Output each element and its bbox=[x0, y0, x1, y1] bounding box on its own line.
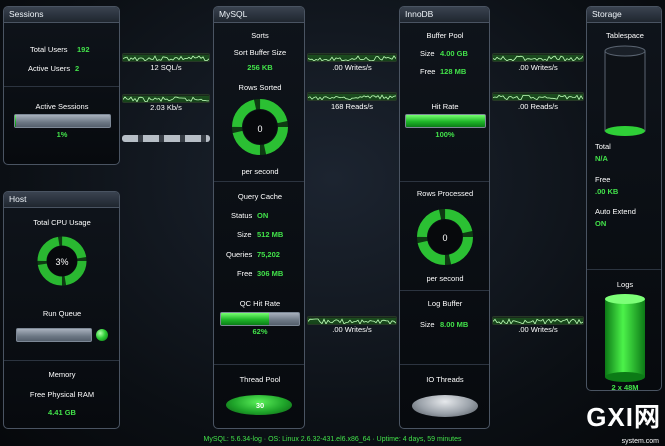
watermark-logo: GXI网 bbox=[586, 402, 661, 432]
ts-free-value: .00 KB bbox=[595, 187, 619, 196]
auto-extend-value: ON bbox=[595, 219, 607, 228]
sort-buffer-value: 256 KB bbox=[247, 63, 273, 72]
mysql-panel: MySQL Sorts Sort Buffer Size 256 KB Rows… bbox=[213, 6, 305, 429]
rows-processed-unit: per second bbox=[426, 274, 464, 283]
qc-queries-label: Queries bbox=[226, 250, 253, 259]
buffer-pool-label: Buffer Pool bbox=[426, 31, 464, 40]
cpu-usage-value: 3% bbox=[55, 257, 69, 267]
auto-extend-label: Auto Extend bbox=[595, 207, 636, 216]
memory-label: Memory bbox=[48, 370, 76, 379]
qc-queries-value: 75,202 bbox=[257, 250, 280, 259]
run-queue-bar bbox=[16, 328, 92, 342]
hit-rate-label: Hit Rate bbox=[431, 102, 459, 111]
tablespace-cylinder bbox=[604, 45, 646, 137]
logs-value: 2 x 48M bbox=[611, 383, 639, 391]
host-panel: Host Total CPU Usage 3% Run Queue Memory… bbox=[3, 191, 120, 429]
total-users-label: Total Users bbox=[30, 45, 68, 54]
qc-free-value: 306 MB bbox=[257, 269, 284, 278]
innodb-storage-reads-wave bbox=[492, 92, 584, 101]
ts-total-value: N/A bbox=[595, 154, 608, 163]
rows-processed-value: 0 bbox=[442, 233, 448, 243]
thread-pool-value: 30 bbox=[255, 401, 265, 410]
sessions-title: Sessions bbox=[4, 7, 119, 23]
logs-cylinder bbox=[604, 293, 646, 383]
ts-total-label: Total bbox=[595, 142, 611, 151]
hit-rate-value: 100% bbox=[435, 130, 455, 139]
run-queue-label: Run Queue bbox=[42, 309, 82, 318]
io-threads-disc bbox=[412, 395, 478, 417]
log-size-value: 8.00 MB bbox=[440, 320, 469, 329]
rows-processed-label: Rows Processed bbox=[416, 189, 474, 198]
sql-rate-label: 12 SQL/s bbox=[150, 63, 182, 72]
cpu-usage-label: Total CPU Usage bbox=[33, 218, 91, 227]
total-users-value: 192 bbox=[77, 45, 90, 54]
qc-size-label: Size bbox=[237, 230, 252, 239]
bp-free-label: Free bbox=[420, 67, 436, 76]
mysql-innodb-reads: 168 Reads/s bbox=[330, 102, 374, 111]
innodb-storage-reads: .00 Reads/s bbox=[517, 102, 559, 111]
innodb-storage-writes-2: .00 Writes/s bbox=[518, 325, 558, 334]
innodb-title: InnoDB bbox=[400, 7, 489, 23]
sort-buffer-label: Sort Buffer Size bbox=[233, 48, 287, 57]
watermark-site: system.com bbox=[621, 438, 659, 445]
qc-size-value: 512 MB bbox=[257, 230, 284, 239]
qc-status-label: Status bbox=[231, 211, 253, 220]
active-users-label: Active Users bbox=[28, 64, 71, 73]
network-rate-wave bbox=[122, 94, 210, 103]
qc-hit-rate-bar bbox=[220, 312, 300, 326]
query-cache-label: Query Cache bbox=[237, 192, 283, 201]
storage-title: Storage bbox=[587, 7, 661, 23]
log-buffer-label: Log Buffer bbox=[427, 299, 463, 308]
network-rate-label: 2.03 Kb/s bbox=[150, 103, 182, 112]
innodb-storage-writes-wave-2 bbox=[492, 316, 584, 325]
active-sessions-bar bbox=[14, 114, 111, 128]
active-sessions-label: Active Sessions bbox=[35, 102, 89, 111]
mysql-innodb-writes-2: .00 Writes/s bbox=[332, 325, 372, 334]
tablespace-label: Tablespace bbox=[606, 31, 644, 40]
sorts-label: Sorts bbox=[251, 31, 269, 40]
rows-sorted-value: 0 bbox=[257, 124, 263, 134]
hit-rate-bar bbox=[405, 114, 486, 128]
free-ram-label: Free Physical RAM bbox=[29, 390, 95, 399]
bp-size-value: 4.00 GB bbox=[440, 49, 468, 58]
run-queue-indicator bbox=[96, 329, 108, 341]
bp-size-label: Size bbox=[420, 49, 435, 58]
log-size-label: Size bbox=[420, 320, 435, 329]
qc-hit-rate-label: QC Hit Rate bbox=[239, 299, 281, 308]
status-bar: MySQL: 5.6.34-log · OS: Linux 2.6.32-431… bbox=[203, 436, 462, 443]
io-threads-label: IO Threads bbox=[426, 375, 464, 384]
free-ram-value: 4.41 GB bbox=[48, 408, 76, 417]
bp-free-value: 128 MB bbox=[440, 67, 467, 76]
active-users-value: 2 bbox=[75, 64, 80, 73]
sql-rate-wave bbox=[122, 53, 210, 62]
mysql-title: MySQL bbox=[214, 7, 304, 23]
sessions-panel: Sessions Total Users 192 Active Users 2 … bbox=[3, 6, 120, 165]
innodb-storage-writes-wave-1 bbox=[492, 53, 584, 62]
innodb-panel: InnoDB Buffer Pool Size 4.00 GB Free 128… bbox=[399, 6, 490, 429]
qc-free-label: Free bbox=[237, 269, 253, 278]
qc-status-value: ON bbox=[257, 211, 269, 220]
ts-free-label: Free bbox=[595, 175, 611, 184]
storage-panel: Storage Tablespace Total N/A Free .00 KB… bbox=[586, 6, 662, 391]
mysql-innodb-writes-wave-1 bbox=[307, 53, 397, 62]
mysql-innodb-writes-wave-2 bbox=[307, 316, 397, 325]
qc-hit-rate-value: 62% bbox=[252, 327, 268, 336]
rows-sorted-unit: per second bbox=[241, 167, 279, 176]
mysql-innodb-reads-wave bbox=[307, 92, 397, 101]
mysql-innodb-writes-1: .00 Writes/s bbox=[332, 63, 372, 72]
rows-sorted-label: Rows Sorted bbox=[238, 83, 282, 92]
logs-label: Logs bbox=[616, 280, 634, 289]
active-sessions-value: 1% bbox=[56, 130, 68, 139]
innodb-storage-writes-1: .00 Writes/s bbox=[518, 63, 558, 72]
idle-link-pipe bbox=[122, 135, 210, 142]
thread-pool-label: Thread Pool bbox=[239, 375, 281, 384]
host-title: Host bbox=[4, 192, 119, 208]
